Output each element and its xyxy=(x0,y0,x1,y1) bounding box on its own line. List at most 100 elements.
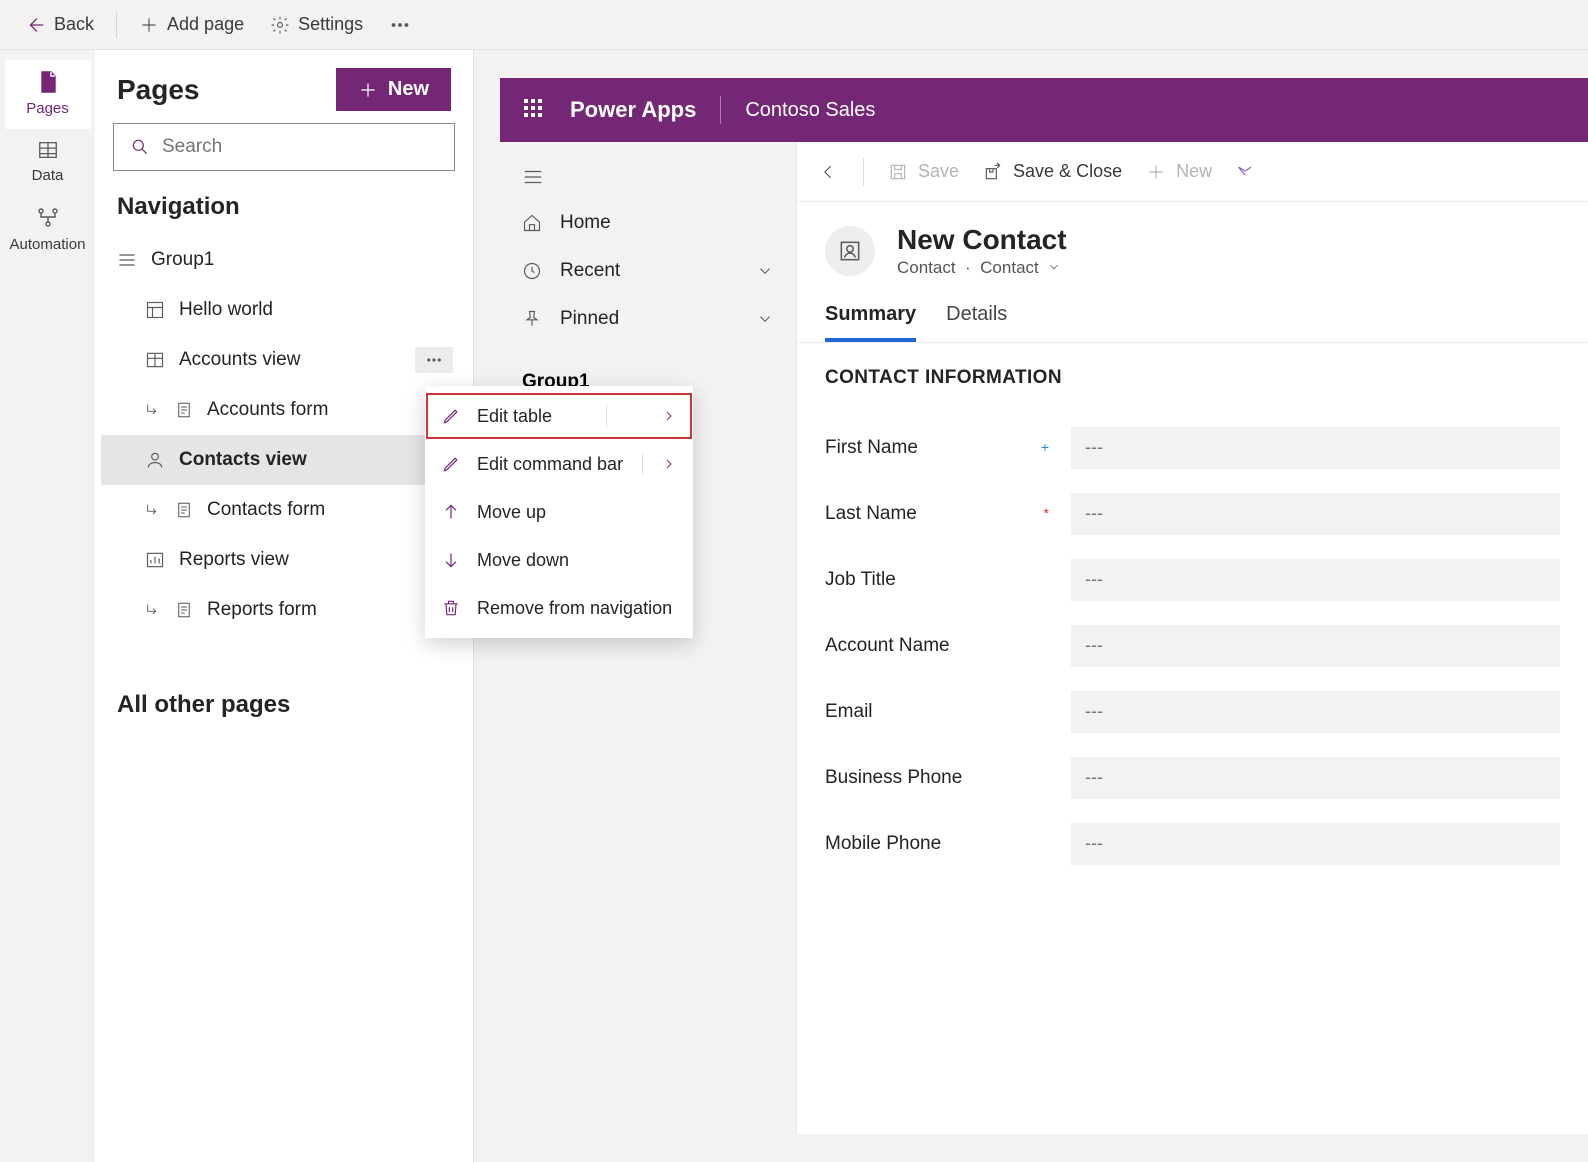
cmd-more-cut[interactable] xyxy=(1236,162,1256,182)
ctx-remove-from-nav[interactable]: Remove from navigation xyxy=(425,584,693,632)
field-label: Job Title xyxy=(825,569,1055,591)
dashboard-icon xyxy=(145,300,165,320)
field-input[interactable] xyxy=(1071,691,1560,733)
tree-item-reports-form[interactable]: Reports form xyxy=(101,585,467,635)
form-area: Save Save & Close New xyxy=(796,142,1588,1134)
ctx-label: Edit command bar xyxy=(477,454,623,475)
tab-details[interactable]: Details xyxy=(946,293,1007,342)
cmd-back[interactable] xyxy=(819,162,839,182)
app-brand: Power Apps xyxy=(570,97,696,123)
field-input[interactable] xyxy=(1071,823,1560,865)
tree-group[interactable]: Group1 xyxy=(101,235,467,285)
tree-item-label: Hello world xyxy=(179,299,273,321)
ctx-label: Remove from navigation xyxy=(477,598,672,619)
sitemap-item-label: Pinned xyxy=(560,308,619,330)
sitemap-item-label: Home xyxy=(560,212,611,234)
clock-icon xyxy=(522,261,542,281)
tree-item-label: Accounts form xyxy=(207,399,328,421)
new-button-label: New xyxy=(388,78,429,101)
tree-item-reports-view[interactable]: Reports view xyxy=(101,535,467,585)
tab-summary[interactable]: Summary xyxy=(825,293,916,342)
sitemap-home[interactable]: Home xyxy=(500,199,796,247)
chevron-down-icon xyxy=(756,262,774,280)
field-mobile-phone: Mobile Phone xyxy=(825,811,1560,877)
cmd-save-label: Save xyxy=(918,161,959,182)
subform-arrow-icon xyxy=(145,502,161,518)
rail-pages[interactable]: Pages xyxy=(5,60,91,129)
settings-label: Settings xyxy=(298,14,363,35)
tree-item-hello-world[interactable]: Hello world xyxy=(101,285,467,335)
field-business-phone: Business Phone xyxy=(825,745,1560,811)
field-input[interactable] xyxy=(1071,559,1560,601)
field-input[interactable] xyxy=(1071,757,1560,799)
tree-item-more[interactable] xyxy=(415,347,453,373)
toolbar-overflow[interactable] xyxy=(379,8,421,42)
arrow-down-icon xyxy=(441,550,461,570)
field-label: Mobile Phone xyxy=(825,833,1055,855)
pencil-icon xyxy=(441,406,461,426)
tree-group-label: Group1 xyxy=(151,249,214,271)
form-tabs: Summary Details xyxy=(797,293,1588,343)
sitemap-pinned[interactable]: Pinned xyxy=(500,295,796,343)
field-label: Account Name xyxy=(825,635,1055,657)
ctx-move-down[interactable]: Move down xyxy=(425,536,693,584)
search-input[interactable] xyxy=(162,136,438,158)
chevron-right-icon xyxy=(661,456,677,472)
tree-item-contacts-form[interactable]: Contacts form xyxy=(101,485,467,535)
save-close-icon xyxy=(983,162,1003,182)
person-icon xyxy=(145,450,165,470)
field-input[interactable] xyxy=(1071,427,1560,469)
cmd-save-close-label: Save & Close xyxy=(1013,161,1122,182)
flow-icon xyxy=(1236,162,1256,182)
group-icon xyxy=(117,250,137,270)
rail-pages-label: Pages xyxy=(26,100,69,117)
tree-item-contacts-view[interactable]: Contacts view xyxy=(101,435,467,485)
sitemap-recent[interactable]: Recent xyxy=(500,247,796,295)
ctx-label: Move down xyxy=(477,550,569,571)
plus-icon xyxy=(1146,162,1166,182)
waffle-icon[interactable] xyxy=(524,99,546,121)
ctx-edit-command-bar[interactable]: Edit command bar xyxy=(425,440,693,488)
field-last-name: Last Name * xyxy=(825,481,1560,547)
cmd-save-close[interactable]: Save & Close xyxy=(983,161,1122,182)
arrow-up-icon xyxy=(441,502,461,522)
cmd-save[interactable]: Save xyxy=(888,161,959,182)
field-input[interactable] xyxy=(1071,493,1560,535)
back-button[interactable]: Back xyxy=(14,8,104,42)
subform-arrow-icon xyxy=(145,602,161,618)
save-icon xyxy=(888,162,908,182)
rail-data[interactable]: Data xyxy=(5,129,91,196)
tree-item-label: Contacts form xyxy=(207,499,325,521)
ctx-edit-table[interactable]: Edit table xyxy=(425,392,693,440)
record-header: New Contact Contact · Contact xyxy=(797,202,1588,289)
back-label: Back xyxy=(54,14,94,35)
ctx-move-up[interactable]: Move up xyxy=(425,488,693,536)
record-avatar xyxy=(825,226,875,276)
ctx-label: Move up xyxy=(477,502,546,523)
more-icon xyxy=(389,14,411,36)
search-icon xyxy=(130,137,150,157)
form-section-contact-info: CONTACT INFORMATION First Name + Last Na… xyxy=(797,343,1588,901)
tree-item-accounts-view[interactable]: Accounts view xyxy=(101,335,467,385)
record-title: New Contact xyxy=(897,224,1067,256)
search-box[interactable] xyxy=(113,123,455,171)
add-page-label: Add page xyxy=(167,14,244,35)
field-label: Business Phone xyxy=(825,767,1055,789)
navigation-heading: Navigation xyxy=(95,189,473,235)
tree-item-accounts-form[interactable]: Accounts form xyxy=(101,385,467,435)
rail-automation[interactable]: Automation xyxy=(5,196,91,265)
sitemap-hamburger[interactable] xyxy=(500,156,796,199)
settings-button[interactable]: Settings xyxy=(260,8,373,41)
field-label: Email xyxy=(825,701,1055,723)
cmdbar-separator xyxy=(863,158,864,186)
field-job-title: Job Title xyxy=(825,547,1560,613)
cmd-new[interactable]: New xyxy=(1146,161,1212,182)
add-page-button[interactable]: Add page xyxy=(129,8,254,41)
new-page-button[interactable]: New xyxy=(336,68,451,111)
sitemap: Home Recent Pinned Group1 xyxy=(500,142,796,1134)
top-toolbar: Back Add page Settings xyxy=(0,0,1588,50)
gear-icon xyxy=(270,15,290,35)
chevron-down-icon[interactable] xyxy=(1047,259,1061,279)
field-input[interactable] xyxy=(1071,625,1560,667)
tree-item-label: Contacts view xyxy=(179,449,307,471)
